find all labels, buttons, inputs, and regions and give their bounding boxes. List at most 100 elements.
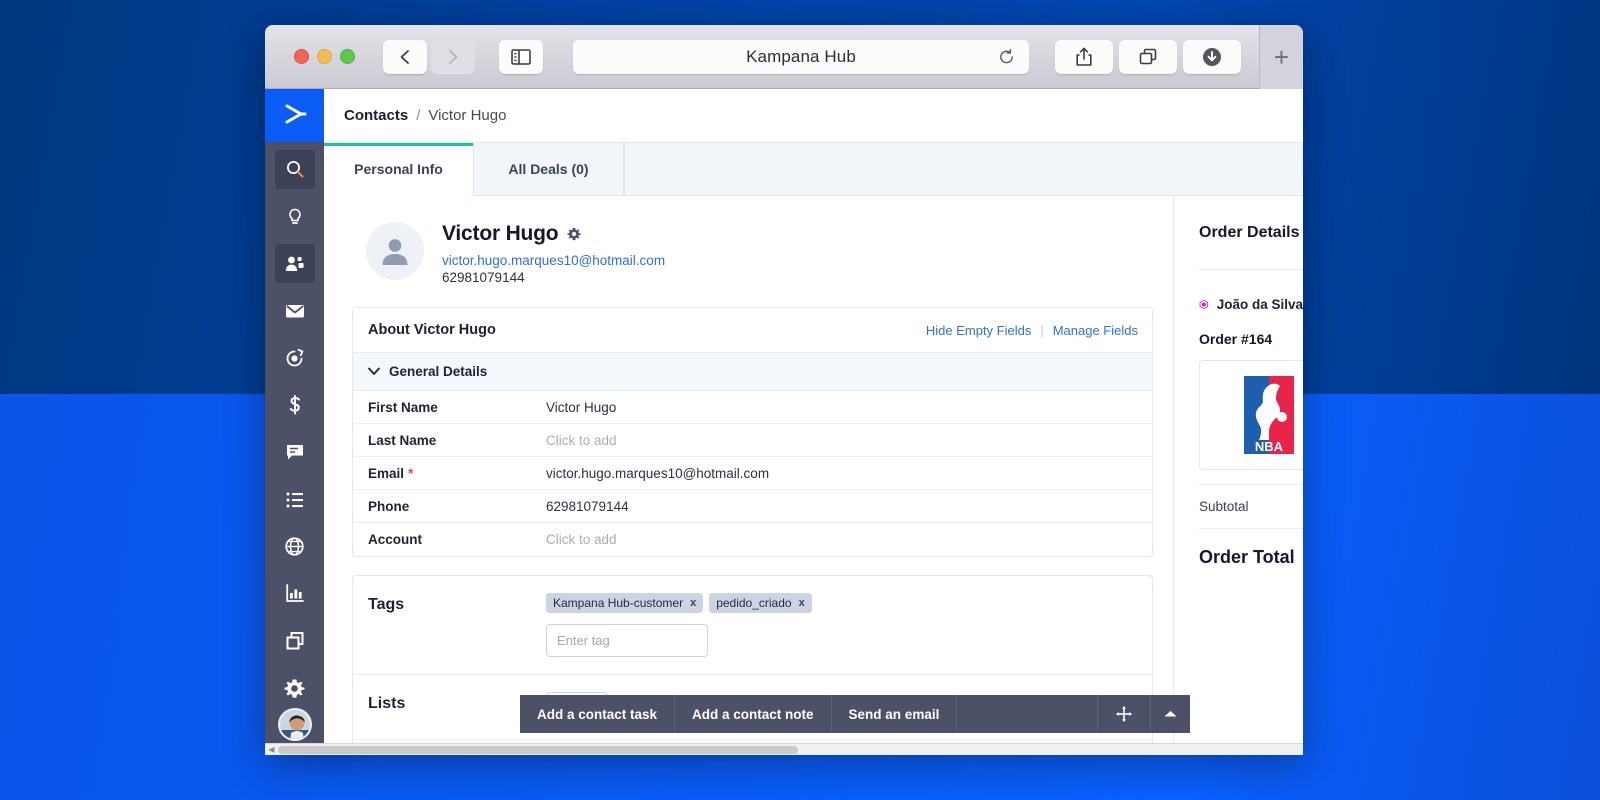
sidebar-toggle-button[interactable] xyxy=(499,39,543,74)
hexagon-badge-icon xyxy=(1199,299,1209,310)
sidebar-item-pages[interactable] xyxy=(275,621,315,660)
dock-collapse-button[interactable] xyxy=(1150,695,1190,733)
tags-label: Tags xyxy=(368,596,405,613)
forward-button[interactable] xyxy=(431,39,475,74)
sidebar-item-deals[interactable] xyxy=(275,386,315,425)
tag-input[interactable] xyxy=(546,624,708,657)
add-contact-note-button[interactable]: Add a contact note xyxy=(675,695,832,733)
browser-window: Kampana Hub + Contacts / Victor Hugo Per… xyxy=(265,25,1303,755)
horizontal-scrollbar[interactable]: ◀ xyxy=(265,743,1303,755)
order-product-thumbnail[interactable]: NBA xyxy=(1199,360,1303,470)
new-tab-button[interactable]: + xyxy=(1259,25,1303,89)
close-window-button[interactable] xyxy=(294,49,309,64)
main-column: Contacts / Victor Hugo Personal Info All… xyxy=(324,89,1303,755)
new-tab-label: + xyxy=(1273,41,1290,72)
user-avatar[interactable] xyxy=(277,707,312,742)
scrollbar-thumb[interactable] xyxy=(278,745,798,754)
address-bar[interactable]: Kampana Hub xyxy=(573,39,1029,74)
nba-logo: NBA xyxy=(1244,376,1294,454)
reload-button[interactable] xyxy=(998,48,1015,65)
contact-header: Victor Hugo victor.hugo.marques10@hotmai… xyxy=(352,222,1153,285)
order-details-title: Order Details xyxy=(1199,196,1303,270)
scroll-left-arrow[interactable]: ◀ xyxy=(265,745,278,754)
table-row[interactable]: Email * victor.hugo.marques10@hotmail.co… xyxy=(353,457,1152,490)
tag-chip[interactable]: Kampana Hub-customer x xyxy=(546,593,704,613)
downloads-button[interactable] xyxy=(1183,39,1241,74)
order-details-panel: Order Details João da Silva Order #164 N… xyxy=(1173,196,1303,755)
tab-all-deals[interactable]: All Deals (0) xyxy=(474,143,624,195)
chevron-right-icon xyxy=(449,49,458,64)
order-total-label: Order Total xyxy=(1199,547,1295,567)
share-button[interactable] xyxy=(1055,39,1113,74)
chat-bubble-icon xyxy=(286,444,303,460)
table-row[interactable]: Phone 62981079144 xyxy=(353,490,1152,523)
table-row[interactable]: Last Name Click to add xyxy=(353,424,1152,457)
tag-chip-label: Kampana Hub-customer xyxy=(553,596,684,610)
tags-content: Kampana Hub-customer x pedido_criado x xyxy=(546,593,812,657)
add-contact-task-button[interactable]: Add a contact task xyxy=(520,695,676,733)
send-an-email-button[interactable]: Send an email xyxy=(832,695,958,733)
maximize-window-button[interactable] xyxy=(340,49,355,64)
field-value[interactable]: 62981079144 xyxy=(546,499,629,514)
app-sidebar-rail xyxy=(265,89,324,755)
search-icon xyxy=(286,161,303,178)
app-shell: Contacts / Victor Hugo Personal Info All… xyxy=(265,89,1303,755)
contact-header-text: Victor Hugo victor.hugo.marques10@hotmai… xyxy=(442,222,665,285)
field-value[interactable]: Victor Hugo xyxy=(546,400,616,415)
order-subtotal-label: Subtotal xyxy=(1199,484,1303,529)
sidebar-item-contacts[interactable] xyxy=(274,244,315,284)
back-button[interactable] xyxy=(383,39,427,74)
hide-empty-fields-link[interactable]: Hide Empty Fields xyxy=(926,323,1031,338)
kampana-logo[interactable] xyxy=(265,89,324,142)
about-card: About Victor Hugo Hide Empty Fields | Ma… xyxy=(352,307,1153,557)
field-label: Email * xyxy=(368,465,546,481)
sidebar-item-ideas[interactable] xyxy=(275,197,315,236)
page-title: Victor Hugo xyxy=(442,222,559,245)
field-label: Last Name xyxy=(368,432,437,448)
contact-avatar xyxy=(366,222,424,280)
about-card-header: About Victor Hugo Hide Empty Fields | Ma… xyxy=(353,308,1152,352)
actions-divider: | xyxy=(1040,322,1044,338)
breadcrumb-separator: / xyxy=(416,107,421,124)
minimize-window-button[interactable] xyxy=(317,49,332,64)
tag-chip-list: Kampana Hub-customer x pedido_criado x xyxy=(546,593,812,613)
remove-tag-icon[interactable]: x xyxy=(799,597,805,609)
tag-chip[interactable]: pedido_criado x xyxy=(709,593,812,613)
sidebar-item-website[interactable] xyxy=(275,527,315,566)
breadcrumb-contacts-link[interactable]: Contacts xyxy=(344,107,408,124)
field-value[interactable]: Click to add xyxy=(546,532,617,547)
sidebar-item-campaigns[interactable] xyxy=(275,291,315,330)
sidebar-item-reports[interactable] xyxy=(275,574,315,613)
tab-overview-icon xyxy=(1139,48,1157,64)
field-label: First Name xyxy=(368,399,438,415)
field-value[interactable]: victor.hugo.marques10@hotmail.com xyxy=(546,466,769,481)
field-label-text: Email xyxy=(368,466,405,481)
general-details-section-header[interactable]: General Details xyxy=(353,352,1152,391)
globe-icon xyxy=(285,537,304,556)
dock-move-handle[interactable] xyxy=(1098,695,1150,733)
sidebar-item-automations[interactable] xyxy=(275,338,315,377)
table-row[interactable]: Account Click to add xyxy=(353,523,1152,556)
sidebar-item-lists[interactable] xyxy=(275,480,315,519)
order-owner: João da Silva xyxy=(1199,296,1303,313)
tab-personal-info[interactable]: Personal Info xyxy=(324,143,474,196)
contact-settings-button[interactable] xyxy=(567,227,582,241)
navigation-buttons xyxy=(383,39,475,74)
sidebar-item-conversations[interactable] xyxy=(275,433,315,472)
sidebar-item-search[interactable] xyxy=(274,149,315,189)
share-icon xyxy=(1076,47,1092,66)
about-card-title: About Victor Hugo xyxy=(368,322,496,338)
sidebar-item-settings[interactable] xyxy=(275,669,315,708)
field-value[interactable]: Click to add xyxy=(546,433,617,448)
tags-row: Tags Kampana Hub-customer x pedido_criad… xyxy=(353,576,1152,675)
remove-tag-icon[interactable]: x xyxy=(690,597,696,609)
tab-all-deals-label: All Deals (0) xyxy=(508,161,589,177)
svg-text:NBA: NBA xyxy=(1255,439,1284,454)
manage-fields-link[interactable]: Manage Fields xyxy=(1053,323,1138,338)
contact-name-row: Victor Hugo xyxy=(442,222,665,246)
table-row[interactable]: First Name Victor Hugo xyxy=(353,391,1152,424)
contacts-icon xyxy=(285,256,304,271)
tab-overview-button[interactable] xyxy=(1119,39,1177,74)
order-owner-name: João da Silva xyxy=(1216,297,1303,312)
contact-email-link[interactable]: victor.hugo.marques10@hotmail.com xyxy=(442,253,665,268)
